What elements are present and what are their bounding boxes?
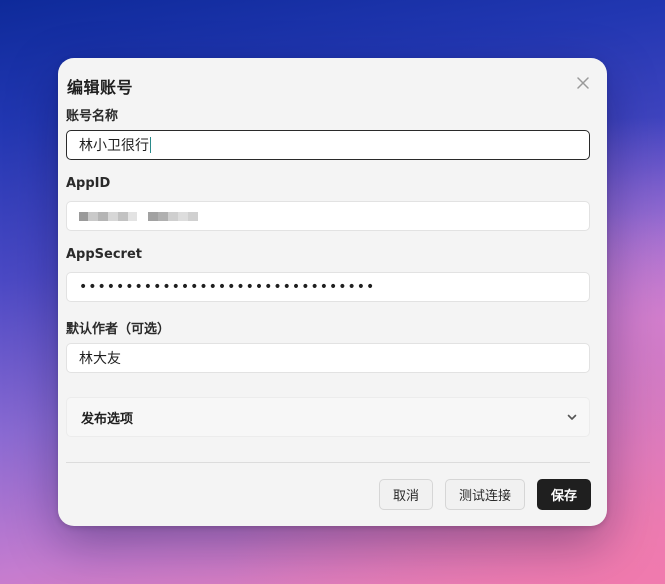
dialog-title: 编辑账号 [67, 78, 134, 97]
default-author-label: 默认作者（可选） [66, 322, 171, 337]
edit-account-dialog: 编辑账号 账号名称 林小卫很行 AppID AppSecret ••••••••… [58, 58, 607, 526]
footer-divider [66, 462, 590, 463]
app-secret-label: AppSecret [66, 247, 143, 262]
app-id-redacted-value [79, 211, 198, 221]
cancel-button[interactable]: 取消 [379, 479, 433, 510]
close-button[interactable] [573, 73, 593, 93]
app-id-input[interactable] [66, 201, 590, 231]
chevron-down-icon [567, 412, 577, 422]
account-name-value: 林小卫很行 [79, 138, 149, 154]
save-button[interactable]: 保存 [537, 479, 591, 510]
text-caret [150, 137, 151, 153]
app-secret-input[interactable]: •••••••••••••••••••••••••••••••• [66, 272, 590, 302]
default-author-input[interactable]: 林大友 [66, 343, 590, 373]
test-connection-button[interactable]: 测试连接 [445, 479, 525, 510]
default-author-value: 林大友 [79, 351, 121, 367]
close-icon [577, 77, 589, 89]
publish-options-accordion[interactable]: 发布选项 [66, 397, 590, 437]
account-name-input[interactable]: 林小卫很行 [66, 130, 590, 160]
app-id-label: AppID [66, 176, 111, 191]
account-name-label: 账号名称 [66, 109, 119, 124]
publish-options-label: 发布选项 [81, 411, 134, 427]
app-secret-value: •••••••••••••••••••••••••••••••• [79, 279, 376, 295]
